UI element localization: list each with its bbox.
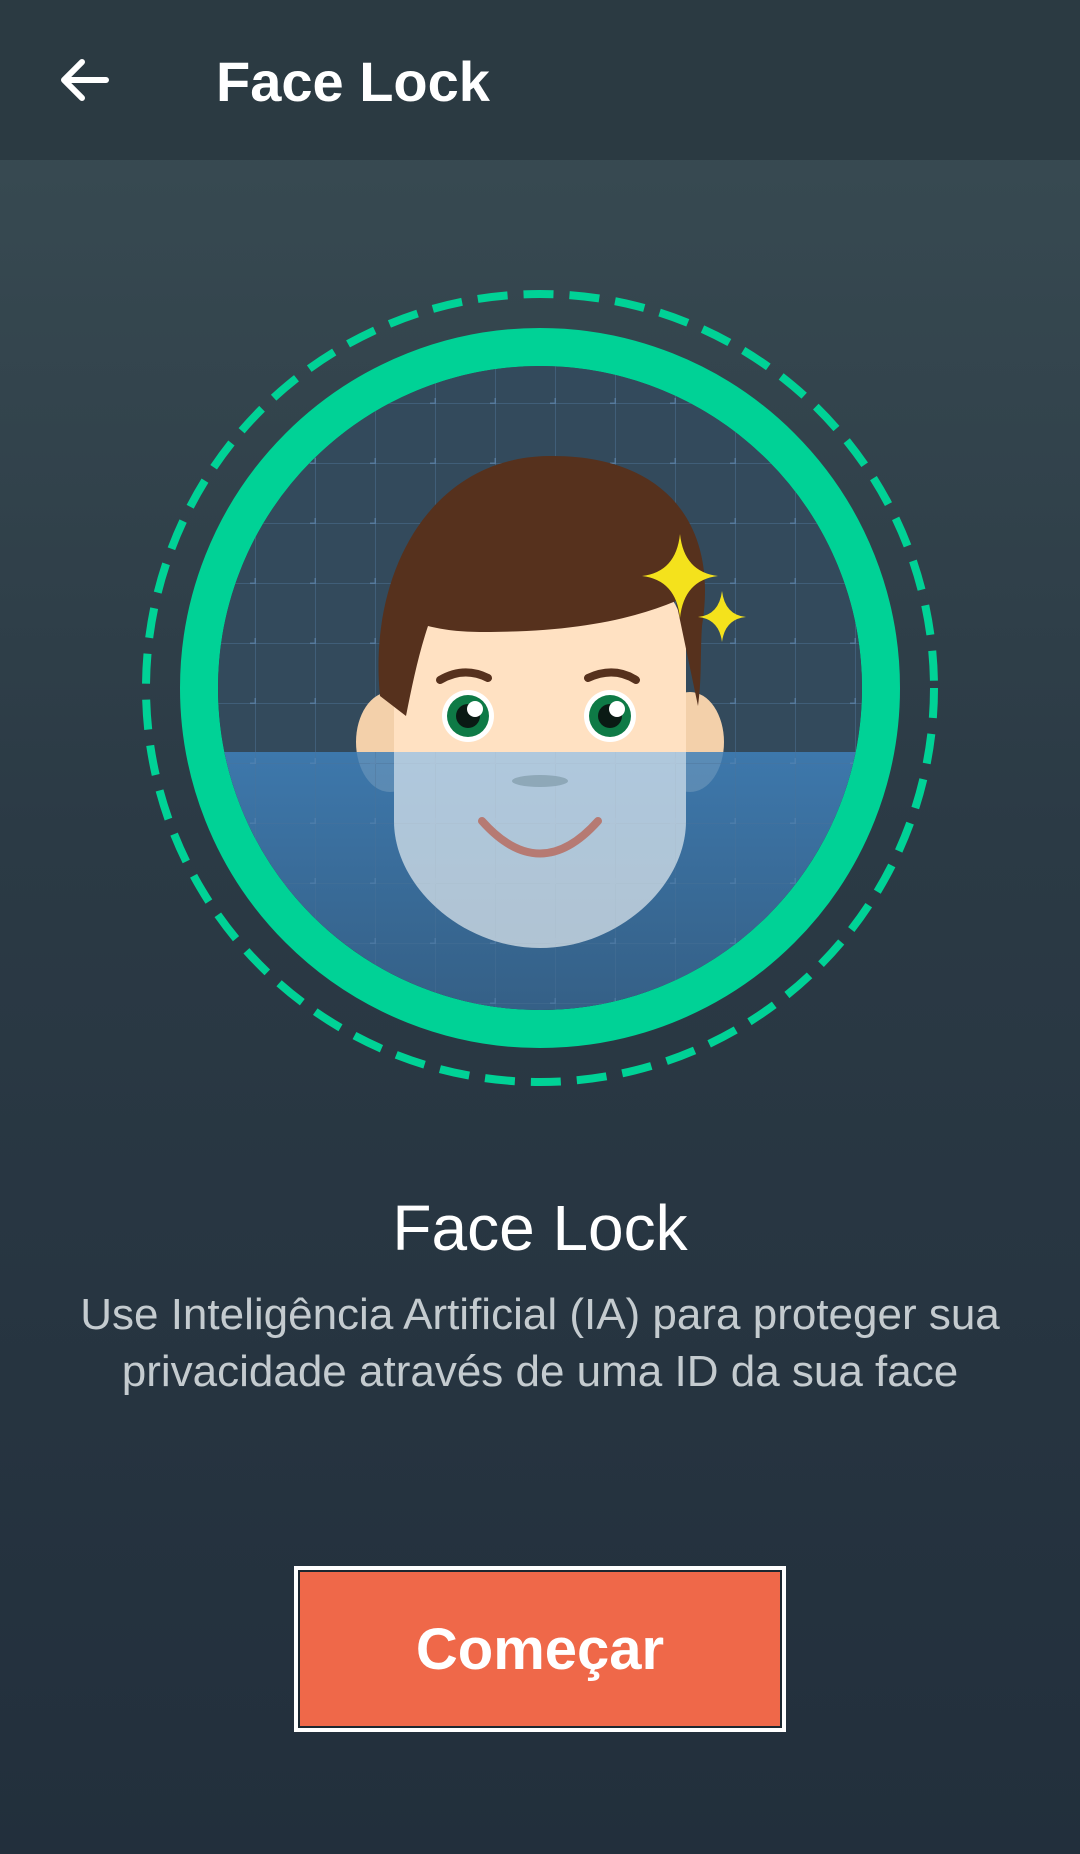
app-bar: Face Lock xyxy=(0,0,1080,160)
back-button[interactable] xyxy=(44,40,124,120)
start-button[interactable]: Começar xyxy=(294,1566,786,1732)
arrow-left-icon xyxy=(61,59,109,101)
headline: Face Lock xyxy=(392,1192,688,1264)
app-bar-title: Face Lock xyxy=(216,50,490,113)
face-scan-illustration xyxy=(128,276,952,1100)
face-scan-icon xyxy=(142,290,938,1086)
description-text: Use Inteligência Artificial (IA) para pr… xyxy=(80,1290,1000,1396)
